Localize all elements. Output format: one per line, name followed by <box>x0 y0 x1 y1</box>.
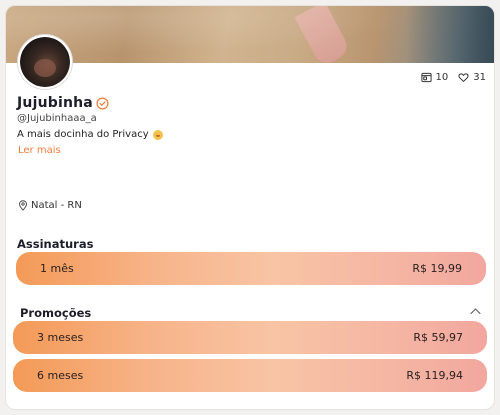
location-text: Natal - RN <box>31 200 82 211</box>
emoji-icon <box>152 129 163 140</box>
read-more-link[interactable]: Ler mais <box>18 145 61 156</box>
name-row: Jujubinha <box>17 95 109 111</box>
media-icon <box>420 72 432 83</box>
verified-icon <box>96 97 109 109</box>
profile-bio: A mais docinha do Privacy <box>17 129 163 140</box>
likes-stat: 31 <box>458 72 486 83</box>
location: Natal - RN <box>18 200 82 211</box>
promo-6-months[interactable]: 6 meses R$ 119,94 <box>13 359 487 392</box>
profile-stats: 10 31 <box>420 72 486 83</box>
bio-text: A mais docinha do Privacy <box>17 129 149 140</box>
chevron-up-icon[interactable] <box>470 307 481 315</box>
plan-price: R$ 59,97 <box>413 331 463 344</box>
heart-icon <box>458 73 469 83</box>
promo-3-months[interactable]: 3 meses R$ 59,97 <box>13 321 487 354</box>
plan-label: 3 meses <box>37 331 84 344</box>
plan-label: 6 meses <box>37 369 84 382</box>
profile-handle: @Jujubinhaaa_a <box>17 113 97 124</box>
media-count: 10 <box>435 72 449 83</box>
profile-card: 10 31 Jujubinha @Jujubinhaaa_a A mais do… <box>5 5 495 410</box>
plan-price: R$ 119,94 <box>406 369 463 382</box>
profile-name: Jujubinha <box>17 95 93 111</box>
subscriptions-title: Assinaturas <box>17 237 94 251</box>
location-pin-icon <box>19 200 27 211</box>
plan-price: R$ 19,99 <box>412 262 462 275</box>
cover-image <box>6 6 494 68</box>
promotions-title: Promoções <box>20 306 92 320</box>
avatar[interactable] <box>18 35 72 89</box>
plan-label: 1 mês <box>40 262 74 275</box>
plan-1-month[interactable]: 1 mês R$ 19,99 <box>16 252 486 285</box>
likes-count: 31 <box>473 72 486 83</box>
media-stat: 10 <box>420 72 449 83</box>
